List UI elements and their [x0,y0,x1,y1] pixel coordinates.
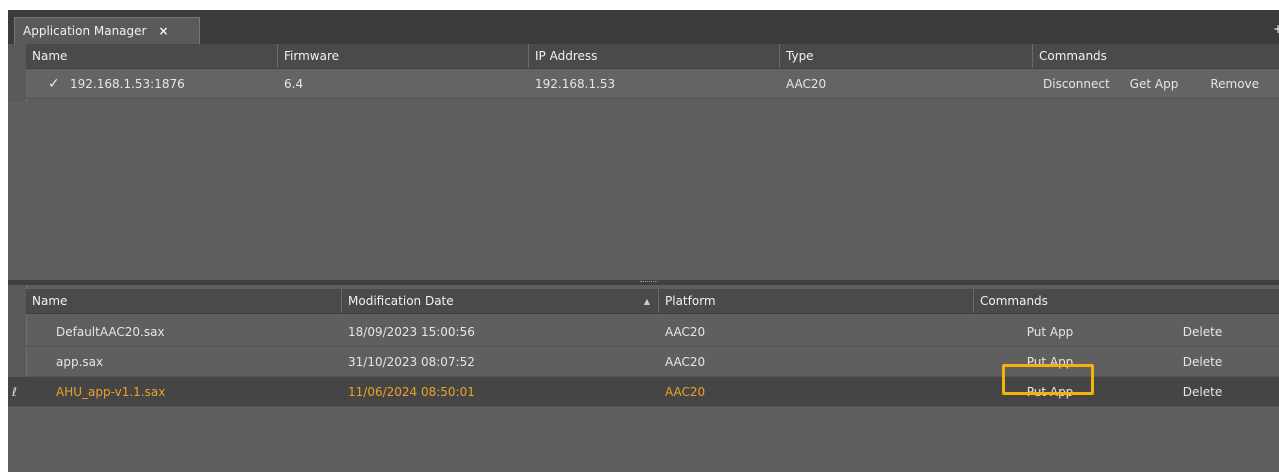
plus-icon[interactable]: + [1273,22,1279,36]
tab-bar: Application Manager × + [8,10,1279,44]
disconnect-button[interactable]: Disconnect [1043,77,1110,91]
device-commands: Disconnect Get App Remove [1033,69,1279,98]
device-firmware: 6.4 [284,76,304,91]
close-icon[interactable]: × [158,24,168,38]
col-ip-address[interactable]: IP Address [529,44,780,68]
application-manager-window: Application Manager × + Name Firmware IP… [8,10,1279,472]
splitter-grip-icon[interactable] [640,281,658,284]
col-app-commands[interactable]: Commands [974,289,1279,313]
col-platform[interactable]: Platform [659,289,974,313]
delete-button[interactable]: Delete [1126,377,1279,406]
device-ip: 192.168.1.53 [535,76,616,91]
edit-pencil-icon: ℓ [12,384,17,399]
put-app-highlight [1002,364,1094,395]
delete-button[interactable]: Delete [1126,317,1279,346]
tab-title: Application Manager [23,24,147,38]
tab-application-manager[interactable]: Application Manager × [14,17,200,44]
apps-header: Name Modification Date ▲ Platform Comman… [26,289,1279,314]
col-app-name[interactable]: Name [26,289,342,313]
sort-ascending-icon[interactable]: ▲ [644,297,650,306]
app-date: 18/09/2023 15:00:56 [348,324,475,339]
app-date: 31/10/2023 08:07:52 [348,354,475,369]
pane-splitter[interactable] [8,280,1279,285]
col-firmware[interactable]: Firmware [278,44,529,68]
app-platform: AAC20 [665,384,706,399]
app-platform: AAC20 [665,354,706,369]
app-name: DefaultAAC20.sax [56,324,165,339]
devices-header: Name Firmware IP Address Type Commands [26,44,1279,69]
device-name-cell: ✓ 192.168.1.53:1876 [26,69,278,98]
delete-button[interactable]: Delete [1126,347,1279,376]
col-type[interactable]: Type [780,44,1033,68]
put-app-button[interactable]: Put App [974,317,1126,346]
device-name: 192.168.1.53:1876 [70,76,185,91]
col-name[interactable]: Name [26,44,278,68]
get-app-button[interactable]: Get App [1130,77,1179,91]
device-row[interactable]: ✓ 192.168.1.53:1876 6.4 192.168.1.53 AAC… [26,69,1279,99]
check-icon[interactable]: ✓ [48,77,62,91]
app-platform: AAC20 [665,324,706,339]
app-name: AHU_app-v1.1.sax [56,384,166,399]
device-type: AAC20 [786,76,827,91]
row-gutter [8,44,27,102]
app-row[interactable]: DefaultAAC20.sax 18/09/2023 15:00:56 AAC… [26,317,1279,347]
col-commands[interactable]: Commands [1033,44,1279,68]
col-modification-date-label: Modification Date [348,294,454,308]
remove-button[interactable]: Remove [1210,77,1259,91]
app-name: app.sax [56,354,104,369]
app-date: 11/06/2024 08:50:01 [348,384,475,399]
col-modification-date[interactable]: Modification Date ▲ [342,289,659,313]
